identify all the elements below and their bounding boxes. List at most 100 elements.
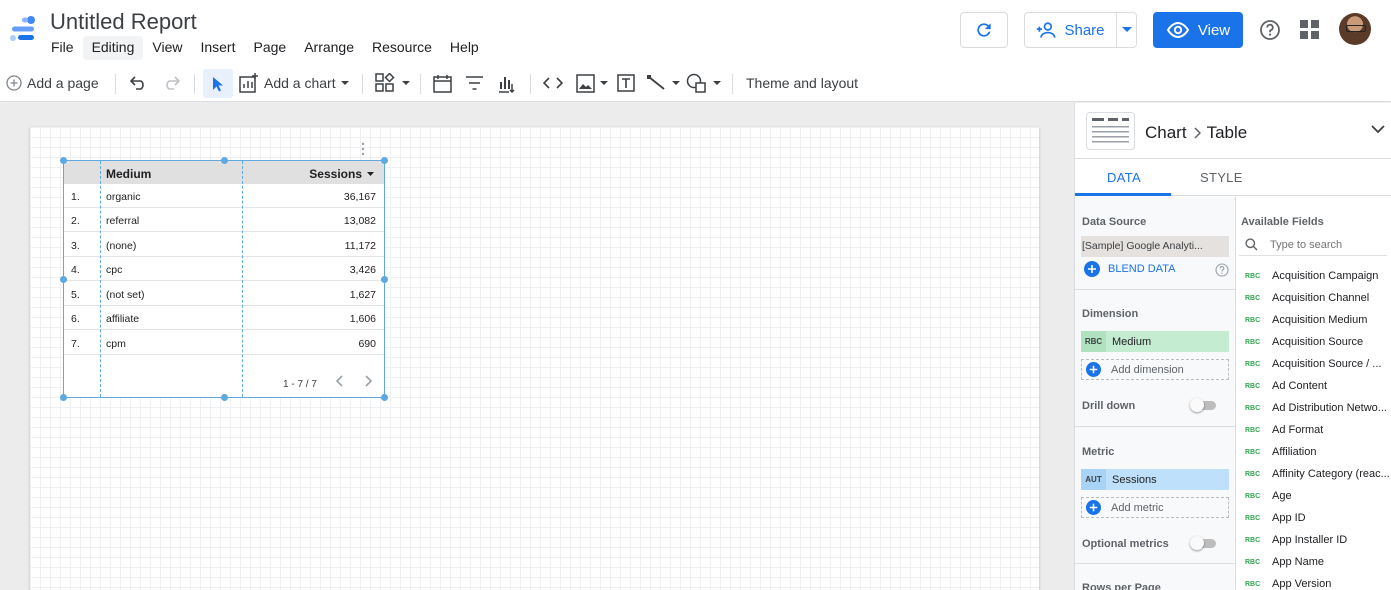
drill-down-label: Drill down xyxy=(1082,400,1136,412)
add-dimension-button[interactable]: Add dimension xyxy=(1081,359,1229,380)
field-search-input[interactable] xyxy=(1270,238,1370,251)
section-divider xyxy=(1075,426,1236,427)
chart-type-picker[interactable] xyxy=(1086,112,1135,150)
shape-button[interactable] xyxy=(686,66,721,100)
menu-arrange[interactable]: Arrange xyxy=(295,36,363,60)
field-item[interactable]: RBC Ad Distribution Netwo... xyxy=(1245,398,1391,418)
metric-chip[interactable]: AUT Sessions xyxy=(1081,469,1229,490)
menu-view[interactable]: View xyxy=(143,36,191,60)
add-circle-filled-icon xyxy=(1086,500,1101,515)
field-item[interactable]: RBC App ID xyxy=(1245,508,1391,528)
header-medium[interactable]: Medium xyxy=(106,167,151,181)
menu-page[interactable]: Page xyxy=(244,36,295,60)
more-vert-icon[interactable] xyxy=(361,142,365,156)
tab-style[interactable]: STYLE xyxy=(1200,170,1243,185)
header-sessions[interactable]: Sessions xyxy=(309,167,374,181)
field-item[interactable]: RBC Acquisition Channel xyxy=(1245,288,1391,308)
drill-down-toggle[interactable] xyxy=(1190,398,1218,412)
field-item[interactable]: RBC App Installer ID xyxy=(1245,530,1391,550)
field-item[interactable]: RBC App Name xyxy=(1245,552,1391,572)
share-dropdown[interactable] xyxy=(1117,13,1136,47)
add-page-label: Add a page xyxy=(27,75,99,91)
menu-editing[interactable]: Editing xyxy=(82,36,144,60)
theme-layout-button[interactable]: Theme and layout xyxy=(746,66,858,100)
resize-handle[interactable] xyxy=(60,276,67,283)
field-item[interactable]: RBC Affinity Category (reac... xyxy=(1245,464,1391,484)
undo-button[interactable] xyxy=(130,66,148,100)
line-button[interactable] xyxy=(647,66,680,100)
caret-down-icon xyxy=(402,80,410,85)
table-row: 2. referral 13,082 xyxy=(64,208,384,232)
text-type-tag: RBC xyxy=(1245,470,1261,478)
field-name: Acquisition Medium xyxy=(1272,314,1368,326)
date-range-button[interactable] xyxy=(433,66,452,100)
add-control-button[interactable] xyxy=(375,66,410,100)
blend-data-button[interactable]: BLEND DATA xyxy=(1084,261,1175,277)
app-header: Untitled Report File Editing View Insert… xyxy=(0,0,1391,64)
cell-medium: (none) xyxy=(106,239,137,252)
help-icon[interactable] xyxy=(1259,19,1281,41)
text-box-button[interactable] xyxy=(616,66,636,100)
calendar-icon xyxy=(433,74,452,93)
caret-down-icon xyxy=(713,80,721,85)
table-chart[interactable]: Medium Sessions 1. organic 36,167 2. ref… xyxy=(63,160,385,398)
add-chart-button[interactable]: Add a chart xyxy=(239,66,349,100)
cell-sessions: 690 xyxy=(358,337,376,350)
row-number: 1. xyxy=(71,191,80,203)
data-source-selector[interactable]: [Sample] Google Analyti... xyxy=(1081,236,1229,257)
resize-handle[interactable] xyxy=(381,394,388,401)
select-tool-button[interactable] xyxy=(203,69,233,98)
refresh-icon xyxy=(977,23,991,37)
chevron-left-icon[interactable] xyxy=(334,374,344,388)
resize-handle[interactable] xyxy=(381,157,388,164)
row-number: 7. xyxy=(71,337,80,350)
optional-metrics-toggle[interactable] xyxy=(1190,536,1218,550)
field-item[interactable]: RBC Age xyxy=(1245,486,1391,506)
chevron-down-icon[interactable] xyxy=(1371,125,1385,134)
share-button[interactable]: Share xyxy=(1024,12,1137,48)
field-item[interactable]: RBC Affiliation xyxy=(1245,442,1391,462)
share-main[interactable]: Share xyxy=(1025,13,1117,47)
resize-handle[interactable] xyxy=(60,394,67,401)
image-button[interactable] xyxy=(576,66,608,100)
field-item[interactable]: RBC App Version xyxy=(1245,574,1391,590)
rows-per-page-label: Rows per Page xyxy=(1082,582,1161,590)
resize-handle[interactable] xyxy=(221,394,228,401)
add-page-button[interactable]: Add a page xyxy=(6,66,99,100)
resize-handle[interactable] xyxy=(221,157,228,164)
table-row: 7. cpm 690 xyxy=(64,331,384,355)
field-name: App Version xyxy=(1272,578,1332,590)
field-item[interactable]: RBC Acquisition Source / ... xyxy=(1245,354,1391,374)
resize-handle[interactable] xyxy=(60,157,67,164)
field-item[interactable]: RBC Acquisition Medium xyxy=(1245,310,1391,330)
filter-control-button[interactable] xyxy=(465,66,484,100)
menu-insert[interactable]: Insert xyxy=(191,36,244,60)
data-control-button[interactable] xyxy=(498,66,516,100)
add-metric-button[interactable]: Add metric xyxy=(1081,497,1229,518)
resize-handle[interactable] xyxy=(381,276,388,283)
available-fields-column: Available Fields RBC Acquisition Campaign… xyxy=(1237,197,1391,590)
field-item[interactable]: RBC Ad Format xyxy=(1245,420,1391,440)
menu-resource[interactable]: Resource xyxy=(363,36,441,60)
view-button[interactable]: View xyxy=(1153,12,1243,48)
data-studio-logo-icon[interactable] xyxy=(8,14,38,44)
user-avatar[interactable] xyxy=(1339,13,1371,45)
menu-help[interactable]: Help xyxy=(441,36,488,60)
crumb-chart[interactable]: Chart xyxy=(1145,123,1187,143)
dimension-chip[interactable]: RBC Medium xyxy=(1081,331,1229,352)
refresh-button[interactable] xyxy=(960,12,1008,48)
report-title[interactable]: Untitled Report xyxy=(50,9,197,35)
chevron-right-icon[interactable] xyxy=(364,374,374,388)
redo-button[interactable] xyxy=(162,66,180,100)
toolbar: Add a page Add a chart Theme and layout xyxy=(0,66,1391,102)
embed-url-button[interactable] xyxy=(543,66,563,100)
field-item[interactable]: RBC Acquisition Source xyxy=(1245,332,1391,352)
dimension-label: Dimension xyxy=(1082,308,1139,320)
data-source-label: Data Source xyxy=(1082,216,1147,228)
field-item[interactable]: RBC Acquisition Campaign xyxy=(1245,266,1391,286)
help-icon[interactable] xyxy=(1215,263,1229,277)
tab-data[interactable]: DATA xyxy=(1107,170,1141,185)
menu-file[interactable]: File xyxy=(42,36,83,60)
field-item[interactable]: RBC Ad Content xyxy=(1245,376,1391,396)
apps-grid-icon[interactable] xyxy=(1300,20,1319,39)
